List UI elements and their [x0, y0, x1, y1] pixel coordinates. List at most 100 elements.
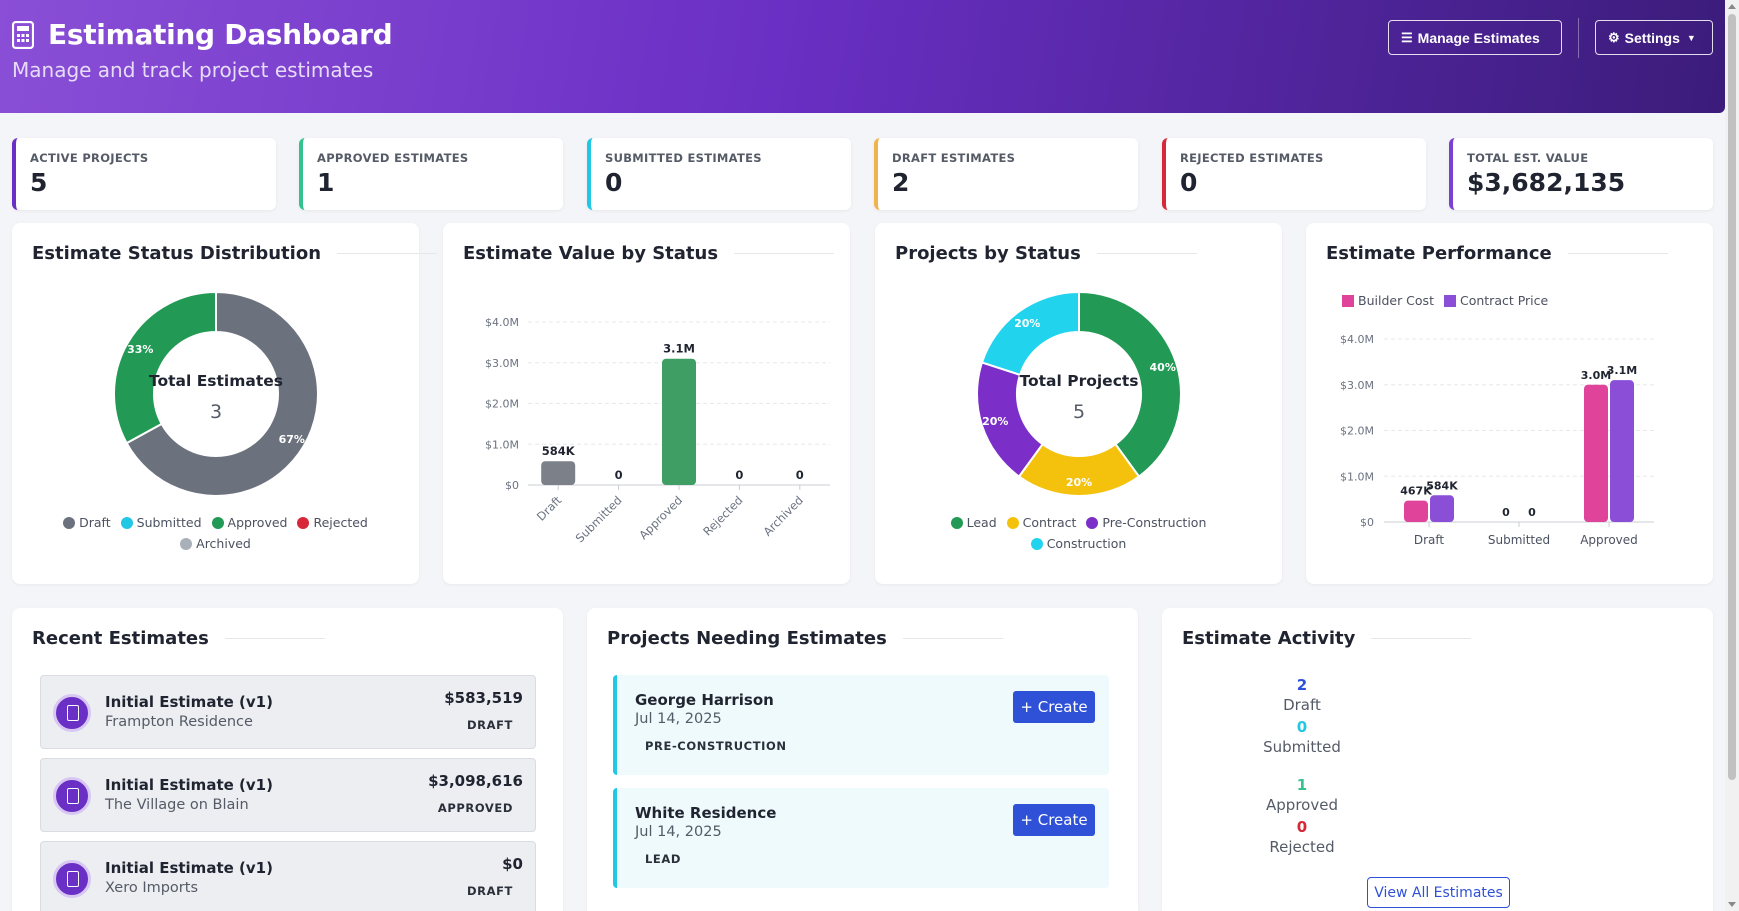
- stat-draft-estimates: DRAFT ESTIMATES 2: [874, 138, 1138, 210]
- status-distribution-legend: Draft Submitted Approved Rejected Archived: [52, 515, 379, 551]
- legend-item-archived[interactable]: Archived: [180, 536, 251, 551]
- activity-submitted: 0 Submitted: [1162, 718, 1442, 756]
- settings-dropdown-button[interactable]: ⚙ Settings ▼: [1595, 20, 1713, 55]
- activity-label: Submitted: [1263, 738, 1341, 756]
- center-label: Total Estimates: [149, 372, 283, 390]
- estimate-performance-chart: $0$1.0M$2.0M$3.0M$4.0M467K584KDraft0 0Sub…: [1340, 333, 1654, 547]
- slice-label: 20%: [1014, 317, 1040, 330]
- slice-construction: [980, 290, 1080, 377]
- estimate-status-badge: APPROVED: [437, 801, 513, 815]
- calculator-icon: [53, 860, 91, 898]
- legend-item-contract[interactable]: Contract: [1006, 515, 1076, 530]
- legend-item-approved[interactable]: Approved: [211, 515, 287, 530]
- stat-label: DRAFT ESTIMATES: [892, 151, 1016, 165]
- center-label: Total Projects: [1019, 372, 1138, 390]
- bar-contract-price-draft: [1430, 495, 1454, 522]
- scrollbar-thumb[interactable]: [1728, 14, 1736, 780]
- activity-label: Approved: [1266, 796, 1338, 814]
- page-scrollbar[interactable]: [1725, 0, 1739, 911]
- stat-value: $3,682,135: [1467, 168, 1626, 197]
- legend-item-lead[interactable]: Lead: [950, 515, 997, 530]
- project-needing-item: George Harrison Jul 14, 2025 PRE-CONSTRU…: [613, 675, 1109, 775]
- slice-label: 20%: [982, 415, 1008, 428]
- activity-label: Rejected: [1269, 838, 1335, 856]
- legend-label: Pre-Construction: [1102, 515, 1207, 530]
- data-label: 0: [615, 468, 623, 482]
- y-tick-label: $1.0M: [1340, 470, 1374, 483]
- create-estimate-button[interactable]: + Create: [1013, 804, 1095, 836]
- y-tick-label: $2.0M: [1340, 425, 1374, 438]
- stat-submitted-estimates: SUBMITTED ESTIMATES 0: [587, 138, 851, 210]
- legend-item-pre-construction[interactable]: Pre-Construction: [1086, 515, 1206, 530]
- stat-value: 2: [892, 168, 910, 197]
- page-title: Estimating Dashboard: [48, 18, 393, 51]
- x-tick-label: Approved: [1580, 533, 1638, 547]
- header-divider: [1578, 18, 1579, 58]
- y-tick-label: $3.0M: [1340, 379, 1374, 392]
- recent-estimate-item[interactable]: Initial Estimate (v1) Frampton Residence…: [40, 675, 536, 749]
- x-tick-label: Archived: [760, 493, 805, 538]
- legend-item-draft[interactable]: Draft: [63, 515, 111, 530]
- stat-approved-estimates: APPROVED ESTIMATES 1: [299, 138, 563, 210]
- estimate-amount: $3,098,616: [428, 772, 523, 790]
- project-name: George Harrison: [635, 691, 774, 709]
- panel-title: Projects Needing Estimates: [607, 628, 1003, 649]
- recent-estimate-item[interactable]: Initial Estimate (v1) Xero Imports $0 DR…: [40, 841, 536, 911]
- project-status-badge: PRE-CONSTRUCTION: [645, 739, 787, 753]
- estimate-project: Frampton Residence: [105, 714, 253, 730]
- panel-projects-needing-estimates: Projects Needing Estimates George Harris…: [587, 608, 1138, 911]
- manage-estimates-button[interactable]: ☰ Manage Estimates: [1388, 20, 1562, 55]
- activity-draft: 2 Draft: [1162, 676, 1442, 714]
- list-check-icon: ☰: [1401, 29, 1413, 45]
- y-tick-label: $0: [505, 479, 519, 492]
- legend-swatch: [297, 516, 310, 529]
- title-row: Estimating Dashboard: [12, 18, 393, 51]
- recent-estimate-item[interactable]: Initial Estimate (v1) The Village on Bla…: [40, 758, 536, 832]
- activity-value: 1: [1296, 776, 1308, 794]
- estimate-status-badge: DRAFT: [466, 884, 513, 898]
- legend-swatch: [1006, 516, 1019, 529]
- activity-value: 2: [1296, 676, 1308, 694]
- create-estimate-button[interactable]: + Create: [1013, 691, 1095, 723]
- panel-estimate-performance: Estimate Performance Builder Cost Contrac…: [1306, 223, 1713, 584]
- x-tick-label: Submitted: [1488, 533, 1550, 547]
- estimate-name: Initial Estimate (v1): [105, 693, 273, 711]
- estimate-name: Initial Estimate (v1): [105, 776, 273, 794]
- scroll-up-arrow-icon[interactable]: [1728, 4, 1736, 9]
- x-tick-label: Approved: [636, 493, 685, 542]
- slice-label: 40%: [1150, 361, 1176, 374]
- stat-label: ACTIVE PROJECTS: [30, 151, 149, 165]
- panel-status-distribution: Estimate Status Distribution 67% 33% Total…: [12, 223, 419, 584]
- slice-approved: [113, 290, 217, 445]
- data-label: 0: [796, 468, 804, 482]
- estimate-amount: $583,519: [444, 689, 523, 707]
- stat-value: 5: [30, 168, 48, 197]
- calculator-icon: [53, 694, 91, 732]
- x-tick-label: Rejected: [700, 493, 745, 538]
- dashboard-header: Estimating Dashboard Manage and track pr…: [0, 0, 1725, 113]
- legend-label: Archived: [196, 536, 251, 551]
- page-subtitle: Manage and track project estimates: [12, 58, 374, 82]
- data-label: 3.1M: [663, 342, 695, 356]
- legend-item-rejected[interactable]: Rejected: [297, 515, 368, 530]
- legend-label: Construction: [1046, 536, 1127, 551]
- bar-draft: [541, 461, 576, 485]
- data-label: 584K: [1426, 479, 1458, 492]
- legend-label: Submitted: [136, 515, 202, 530]
- bar-contract-price-approved: [1610, 380, 1634, 522]
- stat-rejected-estimates: REJECTED ESTIMATES 0: [1162, 138, 1426, 210]
- scroll-down-arrow-icon[interactable]: [1728, 902, 1736, 907]
- slice-label: 33%: [127, 343, 153, 356]
- stat-value: 0: [605, 168, 623, 197]
- legend-swatch: [1086, 516, 1099, 529]
- estimate-status-badge: DRAFT: [466, 718, 513, 732]
- view-all-estimates-button[interactable]: View All Estimates: [1367, 877, 1510, 908]
- legend-swatch: [950, 516, 963, 529]
- estimate-amount: $0: [502, 855, 523, 873]
- x-tick-label: Submitted: [573, 493, 625, 545]
- manage-estimates-label: Manage Estimates: [1417, 29, 1540, 46]
- stat-label: TOTAL EST. VALUE: [1467, 151, 1589, 165]
- legend-item-submitted[interactable]: Submitted: [120, 515, 202, 530]
- center-value: 3: [210, 401, 222, 423]
- legend-item-construction[interactable]: Construction: [1030, 536, 1127, 551]
